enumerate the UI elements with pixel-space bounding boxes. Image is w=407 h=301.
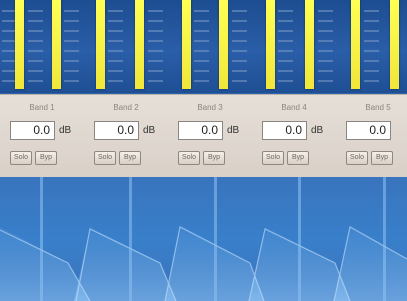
level-meter-bar [351, 0, 360, 89]
level-meter-bar [15, 0, 24, 89]
band-gain-field[interactable]: 0.0 [10, 121, 55, 140]
level-meter-bar [52, 0, 61, 89]
solo-button[interactable]: Solo [346, 151, 368, 165]
bypass-button[interactable]: Byp [203, 151, 225, 165]
band-gain-field[interactable]: 0.0 [346, 121, 391, 140]
solo-button[interactable]: Solo [10, 151, 32, 165]
level-meter-bar [219, 0, 228, 89]
meter-scale [278, 10, 293, 82]
level-meter-bar [96, 0, 105, 89]
band-label: Band 5 [365, 103, 391, 112]
meter-scale [148, 10, 163, 82]
band-marker [298, 177, 301, 301]
gain-unit-label: dB [311, 125, 324, 136]
band-gain-field[interactable]: 0.0 [262, 121, 307, 140]
band-marker [40, 177, 43, 301]
bypass-button[interactable]: Byp [119, 151, 141, 165]
solo-button[interactable]: Solo [178, 151, 200, 165]
level-meter-bar [266, 0, 275, 89]
meter-scale [108, 10, 123, 82]
band-5: Band 5 0.0 Solo Byp [336, 95, 407, 177]
bypass-button[interactable]: Byp [287, 151, 309, 165]
band-3: Band 3 0.0 dB Solo Byp [168, 95, 252, 177]
band-marker [214, 177, 217, 301]
band-1: Band 1 0.0 dB Solo Byp [0, 95, 84, 177]
band-label: Band 2 [113, 103, 139, 112]
band-label: Band 3 [197, 103, 223, 112]
frequency-response-svg [0, 177, 407, 301]
meter-scale [194, 10, 209, 82]
level-meter-strip [0, 0, 407, 93]
band-4: Band 4 0.0 dB Solo Byp [252, 95, 336, 177]
meter-scale [318, 10, 333, 82]
level-meter-bar [182, 0, 191, 89]
band-control-panel: Band 1 0.0 dB Solo Byp Band 2 0.0 dB Sol… [0, 94, 407, 178]
meter-scale [64, 10, 79, 82]
level-meter-bar [135, 0, 144, 89]
band-gain-field[interactable]: 0.0 [94, 121, 139, 140]
level-meter-bar [305, 0, 314, 89]
gain-unit-label: dB [227, 125, 240, 136]
bypass-button[interactable]: Byp [35, 151, 57, 165]
gain-unit-label: dB [59, 125, 72, 136]
band-2: Band 2 0.0 dB Solo Byp [84, 95, 168, 177]
meter-scale [232, 10, 247, 82]
gain-unit-label: dB [143, 125, 156, 136]
solo-button[interactable]: Solo [262, 151, 284, 165]
bypass-button[interactable]: Byp [371, 151, 393, 165]
solo-button[interactable]: Solo [94, 151, 116, 165]
band-gain-field[interactable]: 0.0 [178, 121, 223, 140]
meter-scale [364, 10, 379, 82]
band-label: Band 1 [29, 103, 55, 112]
band-marker [383, 177, 386, 301]
level-meter-bar [390, 0, 399, 89]
band-marker [129, 177, 132, 301]
meter-scale [28, 10, 43, 82]
frequency-response-display[interactable] [0, 177, 407, 301]
band-label: Band 4 [281, 103, 307, 112]
